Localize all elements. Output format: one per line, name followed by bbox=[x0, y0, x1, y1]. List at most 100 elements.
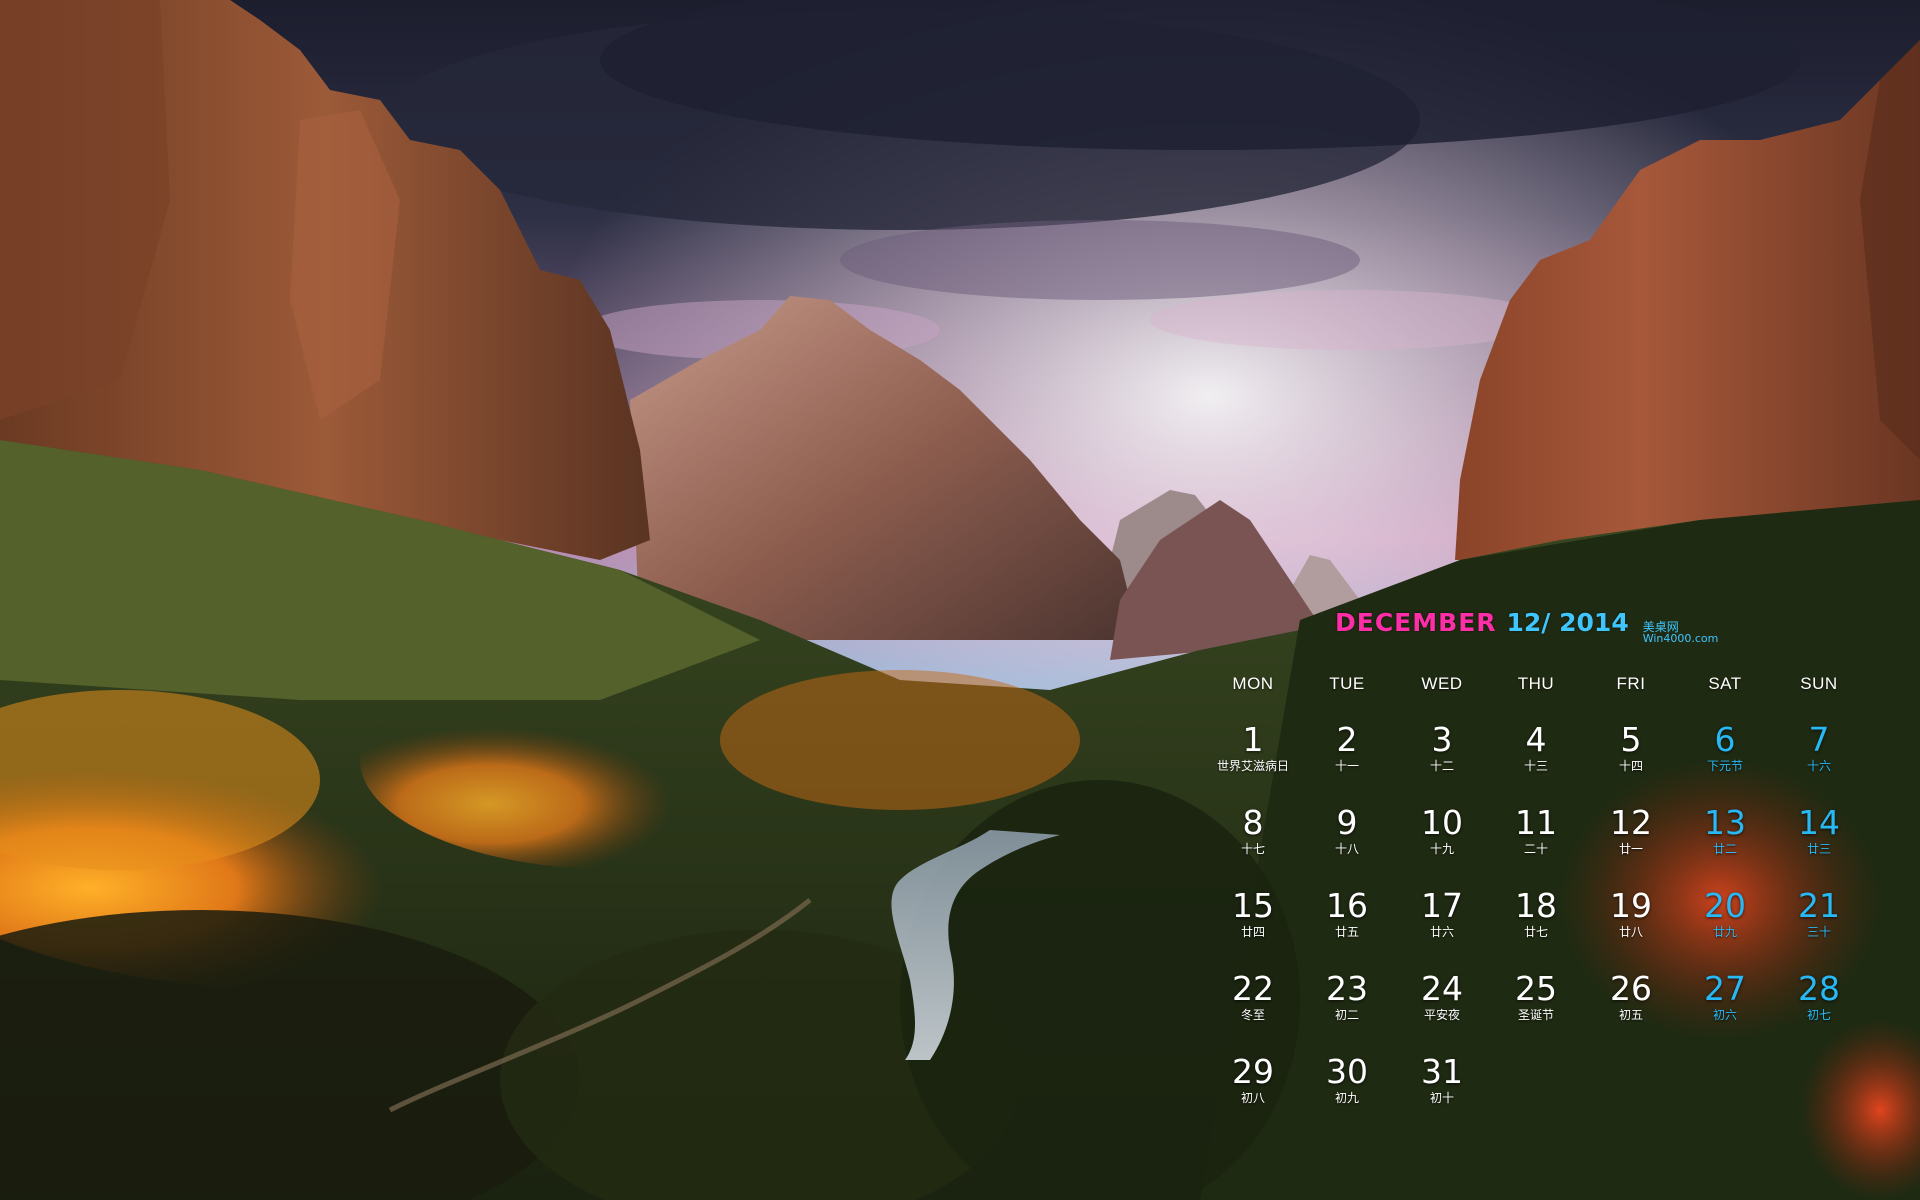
lunar-date-label: 十九 bbox=[1429, 842, 1454, 856]
weekday-wed: WED bbox=[1421, 674, 1463, 693]
day-cell: 14 廿三 bbox=[1772, 805, 1866, 885]
day-number: 16 bbox=[1326, 886, 1368, 925]
day-number: 7 bbox=[1808, 720, 1830, 759]
day-number: 19 bbox=[1610, 886, 1652, 925]
lunar-date-label: 初五 bbox=[1618, 1008, 1643, 1022]
day-number: 23 bbox=[1326, 969, 1368, 1008]
calendar-header: DECEMBER 12/ 2014 美桌网 Win4000.com bbox=[1335, 608, 1718, 645]
day-number: 28 bbox=[1798, 969, 1840, 1008]
day-number: 20 bbox=[1704, 886, 1746, 925]
day-cell: 19 廿八 bbox=[1584, 888, 1678, 968]
day-cell: 21 三十 bbox=[1772, 888, 1866, 968]
day-number: 18 bbox=[1515, 886, 1557, 925]
day-cell: 2 十一 bbox=[1300, 722, 1394, 802]
lunar-date-label: 二十 bbox=[1523, 842, 1548, 856]
day-cell: 10 十九 bbox=[1395, 805, 1489, 885]
day-cell: 31 初十 bbox=[1395, 1054, 1489, 1134]
weekday-header-row: MON TUE WED THU FRI SAT SUN bbox=[1180, 674, 1920, 698]
lunar-date-label: 下元节 bbox=[1706, 759, 1743, 773]
brand-url: Win4000.com bbox=[1642, 632, 1719, 645]
day-number: 12 bbox=[1610, 803, 1652, 842]
day-cell: 7 十六 bbox=[1772, 722, 1866, 802]
day-number: 31 bbox=[1421, 1052, 1463, 1091]
lunar-date-label: 圣诞节 bbox=[1517, 1008, 1554, 1022]
lunar-date-label: 平安夜 bbox=[1423, 1008, 1460, 1022]
day-number: 10 bbox=[1421, 803, 1463, 842]
lunar-date-label: 廿二 bbox=[1712, 842, 1737, 856]
day-cell: 18 廿七 bbox=[1489, 888, 1583, 968]
day-cell: 9 十八 bbox=[1300, 805, 1394, 885]
lunar-date-label: 十四 bbox=[1618, 759, 1643, 773]
day-number: 25 bbox=[1515, 969, 1557, 1008]
lunar-date-label: 廿八 bbox=[1618, 925, 1643, 939]
lunar-date-label: 廿九 bbox=[1712, 925, 1737, 939]
lunar-date-label: 初九 bbox=[1334, 1091, 1359, 1105]
day-cell: 1 世界艾滋病日 bbox=[1206, 722, 1300, 802]
day-cell: 16 廿五 bbox=[1300, 888, 1394, 968]
landscape-wallpaper: DECEMBER 12/ 2014 美桌网 Win4000.com MON TUE… bbox=[0, 0, 1920, 1200]
lunar-date-label: 十一 bbox=[1334, 759, 1359, 773]
brand-watermark: 美桌网 Win4000.com bbox=[1643, 621, 1719, 645]
day-number: 9 bbox=[1336, 803, 1358, 842]
day-cell: 8 十七 bbox=[1206, 805, 1300, 885]
day-cell: 17 廿六 bbox=[1395, 888, 1489, 968]
day-cell: 15 廿四 bbox=[1206, 888, 1300, 968]
lunar-date-label: 十二 bbox=[1429, 759, 1454, 773]
day-cell: 12 廿一 bbox=[1584, 805, 1678, 885]
lunar-date-label: 十七 bbox=[1240, 842, 1265, 856]
day-cell: 3 十二 bbox=[1395, 722, 1489, 802]
day-cell: 27 初六 bbox=[1678, 971, 1772, 1051]
day-number: 27 bbox=[1704, 969, 1746, 1008]
weekday-mon: MON bbox=[1232, 674, 1274, 693]
calendar-overlay: DECEMBER 12/ 2014 美桌网 Win4000.com MON TUE… bbox=[1180, 604, 1920, 1124]
weekday-sat: SAT bbox=[1708, 674, 1742, 693]
day-cell: 13 廿二 bbox=[1678, 805, 1772, 885]
lunar-date-label: 初六 bbox=[1712, 1008, 1737, 1022]
lunar-date-label: 三十 bbox=[1806, 925, 1831, 939]
day-cell: 24 平安夜 bbox=[1395, 971, 1489, 1051]
day-number: 1 bbox=[1242, 720, 1264, 759]
lunar-date-label: 廿六 bbox=[1429, 925, 1454, 939]
weekday-sun: SUN bbox=[1800, 674, 1838, 693]
day-cell: 6 下元节 bbox=[1678, 722, 1772, 802]
lunar-date-label: 十三 bbox=[1523, 759, 1548, 773]
lunar-date-label: 十六 bbox=[1806, 759, 1831, 773]
day-cell: 11 二十 bbox=[1489, 805, 1583, 885]
day-cell: 20 廿九 bbox=[1678, 888, 1772, 968]
lunar-date-label: 廿一 bbox=[1618, 842, 1643, 856]
day-number: 13 bbox=[1704, 803, 1746, 842]
lunar-date-label: 初八 bbox=[1240, 1091, 1265, 1105]
day-number: 5 bbox=[1620, 720, 1642, 759]
day-number: 17 bbox=[1421, 886, 1463, 925]
day-cell: 25 圣诞节 bbox=[1489, 971, 1583, 1051]
day-cell: 5 十四 bbox=[1584, 722, 1678, 802]
lunar-date-label: 初二 bbox=[1334, 1008, 1359, 1022]
day-number: 3 bbox=[1431, 720, 1453, 759]
calendar-grid: 1 世界艾滋病日 2 十一 3 十二 4 十三 5 十四 6 下元节 7 十六 8 十七 9 十八 10 十九 11 二十… bbox=[1180, 722, 1920, 1142]
day-number: 6 bbox=[1714, 720, 1736, 759]
day-number: 29 bbox=[1232, 1052, 1274, 1091]
day-number: 11 bbox=[1515, 803, 1557, 842]
day-number: 30 bbox=[1326, 1052, 1368, 1091]
month-label: DECEMBER bbox=[1335, 608, 1497, 637]
day-cell: 23 初二 bbox=[1300, 971, 1394, 1051]
day-number: 14 bbox=[1798, 803, 1840, 842]
weekday-tue: TUE bbox=[1329, 674, 1365, 693]
lunar-date-label: 冬至 bbox=[1240, 1008, 1265, 1022]
day-number: 8 bbox=[1242, 803, 1264, 842]
day-number: 22 bbox=[1232, 969, 1274, 1008]
day-number: 24 bbox=[1421, 969, 1463, 1008]
lunar-date-label: 廿七 bbox=[1523, 925, 1548, 939]
weekday-fri: FRI bbox=[1616, 674, 1646, 693]
day-number: 4 bbox=[1525, 720, 1547, 759]
weekday-thu: THU bbox=[1517, 674, 1555, 693]
day-cell: 26 初五 bbox=[1584, 971, 1678, 1051]
day-number: 26 bbox=[1610, 969, 1652, 1008]
day-cell: 28 初七 bbox=[1772, 971, 1866, 1051]
day-number: 15 bbox=[1232, 886, 1274, 925]
day-number: 2 bbox=[1336, 720, 1358, 759]
lunar-date-label: 廿四 bbox=[1240, 925, 1265, 939]
month-year-label: 12/ 2014 bbox=[1506, 608, 1629, 637]
day-number: 21 bbox=[1798, 886, 1840, 925]
lunar-date-label: 初七 bbox=[1806, 1008, 1831, 1022]
